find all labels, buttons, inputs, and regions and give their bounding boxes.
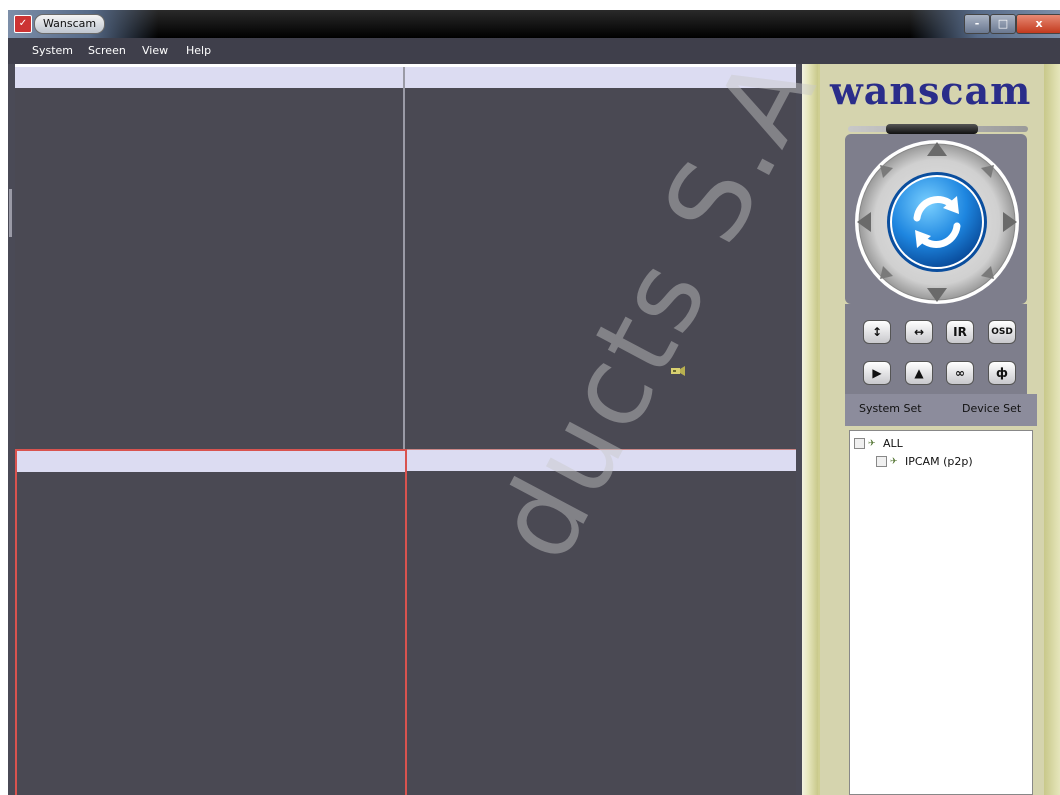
zoom-slider-knob[interactable] xyxy=(886,124,978,134)
menu-bar: System Screen View Help xyxy=(8,38,1060,64)
tree-item-checkbox[interactable] xyxy=(876,456,887,467)
tree-root-label: ALL xyxy=(883,437,903,450)
camera-icon: ✈ xyxy=(890,456,898,467)
device-set-link[interactable]: Device Set xyxy=(962,402,1021,415)
tree-item[interactable]: ✈ IPCAM (p2p) xyxy=(876,455,973,468)
flip-horizontal-button[interactable]: ↔ xyxy=(905,320,933,344)
system-set-link[interactable]: System Set xyxy=(859,402,922,415)
osd-button[interactable]: OSD xyxy=(988,320,1016,344)
camera-icon xyxy=(670,365,686,377)
close-button[interactable]: x xyxy=(1016,14,1060,34)
menu-system[interactable]: System xyxy=(32,44,73,57)
device-tree: ✈ ALL ✈ IPCAM (p2p) xyxy=(849,430,1033,795)
left-edge xyxy=(8,64,15,795)
stop-button[interactable]: ф xyxy=(988,361,1016,385)
tree-root[interactable]: ✈ ALL xyxy=(854,437,903,450)
menu-screen[interactable]: Screen xyxy=(88,44,126,57)
cruise-button[interactable]: ∞ xyxy=(946,361,974,385)
menu-view[interactable]: View xyxy=(142,44,168,57)
ir-button[interactable]: IR xyxy=(946,320,974,344)
title-bar-highlight xyxy=(850,4,936,8)
tree-item-label: IPCAM (p2p) xyxy=(905,455,973,468)
vertical-patrol-button[interactable]: ▲ xyxy=(905,361,933,385)
title-bar: ✓ Wanscam - □ x xyxy=(8,10,1060,38)
video-pane-4[interactable] xyxy=(407,449,796,795)
video-pane-2[interactable] xyxy=(405,67,796,449)
ptz-direction-pad[interactable] xyxy=(853,138,1021,306)
brand-logo: wanscam xyxy=(830,68,1032,113)
video-pane-1[interactable] xyxy=(15,67,405,449)
maximize-button[interactable]: □ xyxy=(990,14,1016,34)
video-pane-3-selected[interactable] xyxy=(15,449,407,795)
pane-1-header xyxy=(15,67,403,88)
menu-help[interactable]: Help xyxy=(186,44,211,57)
edge-marker xyxy=(9,189,12,237)
panel-stripe-right xyxy=(1044,64,1060,795)
app-icon[interactable]: ✓ xyxy=(14,15,32,33)
tree-root-checkbox[interactable] xyxy=(854,438,865,449)
window-title: Wanscam xyxy=(34,14,106,34)
panel-stripe-left xyxy=(802,64,818,795)
pane-2-header xyxy=(405,67,796,88)
flip-vertical-button[interactable]: ↕ xyxy=(863,320,891,344)
pane-3-header xyxy=(17,451,405,472)
horizontal-patrol-button[interactable]: ▶ xyxy=(863,361,891,385)
minimize-button[interactable]: - xyxy=(964,14,990,34)
camera-group-icon: ✈ xyxy=(868,438,876,449)
pane-4-header xyxy=(407,450,796,471)
